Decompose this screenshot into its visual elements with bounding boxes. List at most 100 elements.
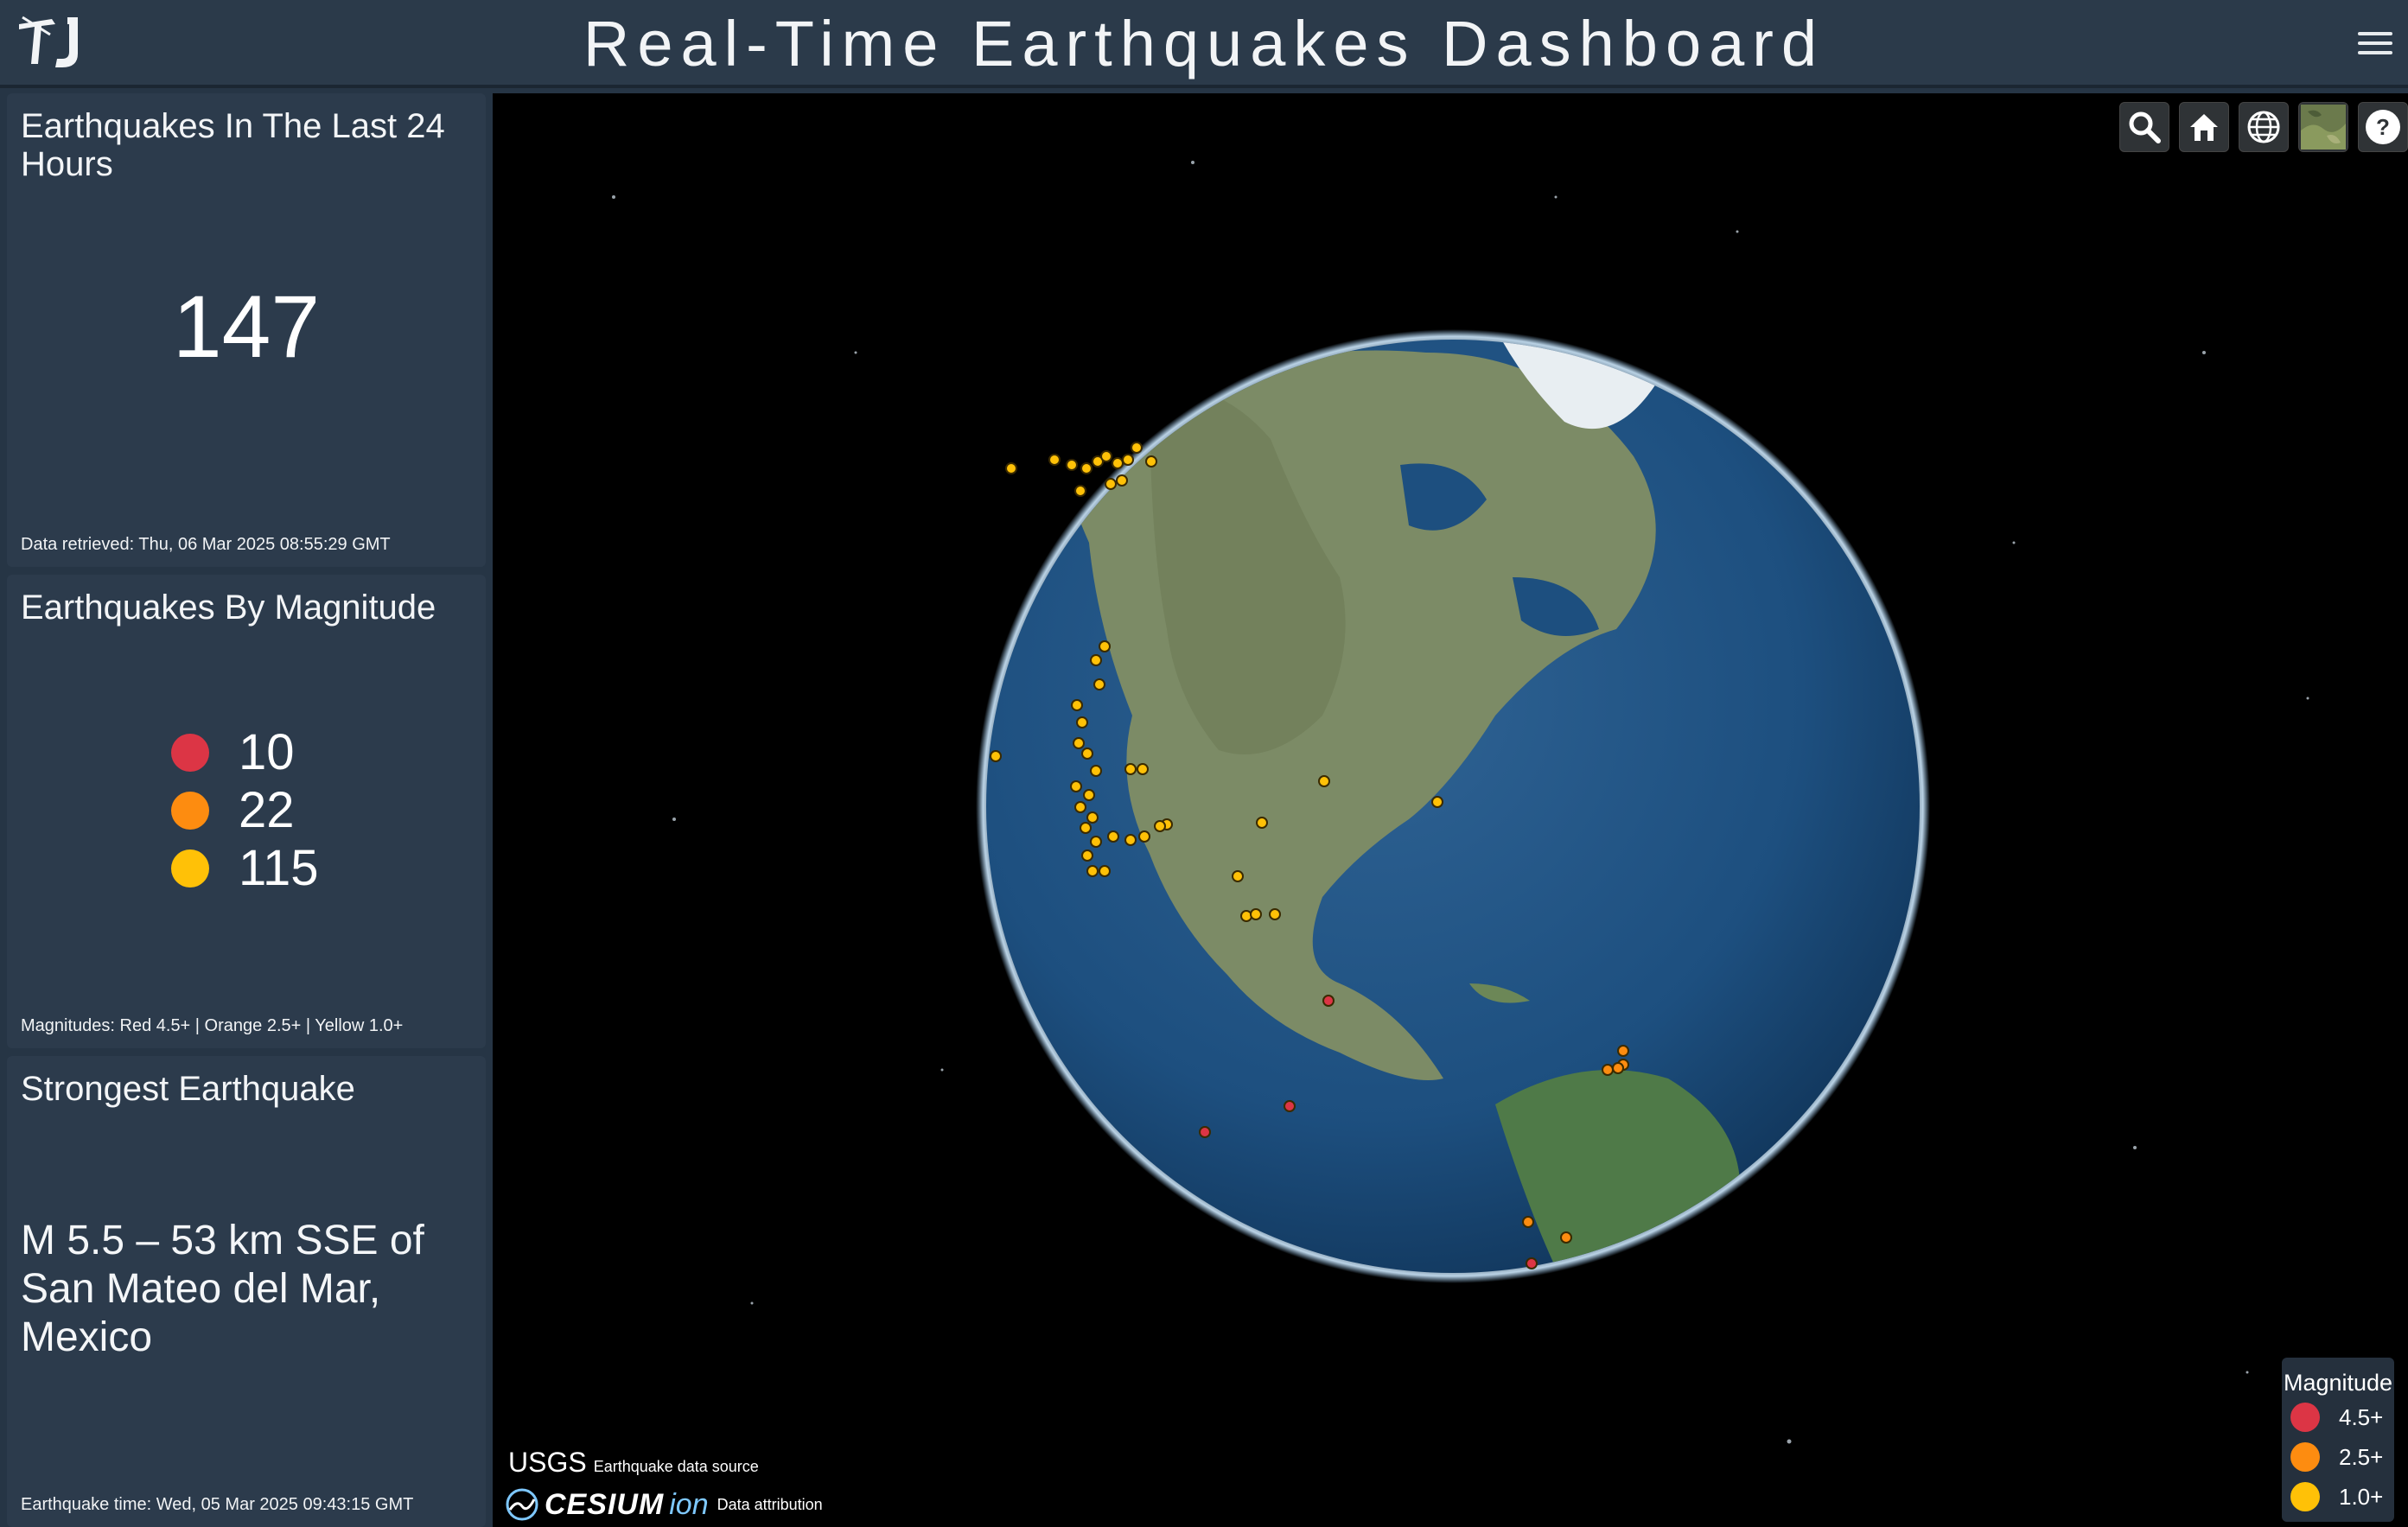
magnitude-panel: Earthquakes By Magnitude 10 22 115 Magni… (7, 575, 486, 1048)
magnitude-row-yellow: 115 (171, 839, 318, 897)
quake-marker (1073, 737, 1085, 749)
ion-wordmark: ion (669, 1487, 709, 1521)
cesium-credit[interactable]: CESIUM ion Data attribution (505, 1487, 823, 1522)
quake-marker (1090, 765, 1102, 777)
search-icon (2129, 111, 2161, 143)
home-button[interactable] (2179, 102, 2229, 152)
quake-marker (1154, 820, 1166, 832)
legend-item: 1.0+ (2290, 1482, 2383, 1511)
magnitude-row-red: 10 (171, 723, 318, 781)
count-panel-title: Earthquakes In The Last 24 Hours (21, 107, 445, 183)
quake-marker (1080, 822, 1092, 834)
legend-label: 4.5+ (2339, 1403, 2384, 1430)
quake-marker (1080, 462, 1093, 474)
home-icon (2190, 114, 2218, 141)
quake-marker (1093, 678, 1105, 690)
quake-marker (1137, 763, 1149, 775)
magnitude-row-orange: 22 (171, 781, 318, 839)
legend-label: 1.0+ (2339, 1483, 2384, 1510)
data-attribution-link[interactable]: Data attribution (717, 1496, 823, 1514)
quake-marker (1124, 834, 1137, 846)
quake-marker (1522, 1216, 1534, 1228)
quake-marker (1081, 748, 1093, 760)
quake-marker (1107, 830, 1119, 843)
strongest-earthquake-panel: Strongest Earthquake M 5.5 – 53 km SSE o… (7, 1056, 486, 1527)
quake-marker (1131, 442, 1143, 454)
quake-marker (1318, 775, 1330, 787)
yellow-dot-icon (171, 849, 209, 888)
quake-marker (1071, 699, 1083, 711)
magnitude-count: 115 (239, 840, 319, 896)
quake-marker (1090, 836, 1102, 848)
magnitude-list: 10 22 115 (171, 723, 318, 897)
quake-marker (1232, 870, 1244, 882)
cesium-logo-icon (506, 1488, 538, 1521)
earthquake-count-panel: Earthquakes In The Last 24 Hours 147 Dat… (7, 93, 486, 567)
quake-marker (1199, 1126, 1211, 1138)
legend-item: 2.5+ (2290, 1442, 2383, 1472)
quake-marker (1116, 474, 1128, 487)
search-button[interactable] (2119, 102, 2169, 152)
red-dot-icon (2290, 1403, 2320, 1432)
quake-marker (1250, 908, 1262, 920)
quake-marker (1240, 910, 1252, 922)
red-dot-icon (171, 733, 209, 772)
quake-marker (1431, 796, 1443, 808)
orange-dot-icon (171, 791, 209, 830)
data-retrieved-text: Data retrieved: Thu, 06 Mar 2025 08:55:2… (21, 535, 391, 554)
base-layer-picker-button[interactable] (2298, 102, 2348, 152)
globe-scene[interactable] (493, 93, 2408, 1527)
magnitude-panel-title: Earthquakes By Magnitude (21, 589, 436, 627)
quake-marker (1560, 1231, 1572, 1244)
quake-marker (1105, 478, 1117, 490)
quake-marker (1074, 485, 1086, 497)
viewer-toolbar: ? (2119, 102, 2408, 152)
quake-marker (1081, 849, 1093, 862)
earthquake-time-text: Earthquake time: Wed, 05 Mar 2025 09:43:… (21, 1495, 414, 1514)
magnitude-count: 10 (239, 724, 295, 780)
magnitude-count: 22 (239, 782, 295, 838)
quake-marker (1074, 801, 1086, 813)
orange-dot-icon (2290, 1442, 2320, 1472)
quake-marker (1122, 454, 1134, 466)
yellow-dot-icon (2290, 1482, 2320, 1511)
quake-marker (1526, 1257, 1538, 1269)
quake-marker (1112, 457, 1124, 469)
quake-marker (1617, 1045, 1629, 1057)
quake-marker (1138, 830, 1150, 843)
legend-label: 2.5+ (2339, 1443, 2384, 1470)
help-button[interactable]: ? (2358, 102, 2408, 152)
imagery-icon (2301, 105, 2346, 150)
strongest-panel-title: Strongest Earthquake (21, 1070, 355, 1108)
hamburger-menu-icon[interactable] (2354, 26, 2396, 60)
page-title: Real-Time Earthquakes Dashboard (583, 8, 1825, 80)
quake-marker (1005, 462, 1017, 474)
quake-marker (990, 750, 1002, 762)
quake-marker (1145, 455, 1157, 468)
quake-marker (1100, 450, 1112, 462)
svg-text:?: ? (2376, 114, 2390, 140)
globe-icon (2247, 111, 2280, 143)
quake-marker (1083, 789, 1095, 801)
quake-marker (1076, 716, 1088, 729)
help-icon: ? (2366, 110, 2400, 144)
usgs-credit[interactable]: USGS Earthquake data source (508, 1447, 759, 1479)
quake-marker (1284, 1100, 1296, 1112)
quake-marker (1256, 817, 1268, 829)
quake-marker (1612, 1062, 1624, 1074)
quake-marker (1086, 865, 1099, 877)
scene-mode-button[interactable] (2239, 102, 2289, 152)
globe-viewer[interactable]: ? Magnitude 4.5+ 2.5+ 1.0+ USGS Earthqua… (493, 93, 2408, 1527)
quake-marker (1602, 1064, 1614, 1076)
quake-marker (1066, 459, 1078, 471)
quake-marker (1048, 454, 1061, 466)
strongest-earthquake-name: M 5.5 – 53 km SSE of San Mateo del Mar, … (21, 1218, 424, 1360)
quake-marker (1124, 763, 1137, 775)
quake-marker (1099, 640, 1111, 652)
quake-marker (1322, 995, 1335, 1007)
legend-item: 4.5+ (2290, 1403, 2383, 1432)
magnitude-legend-text: Magnitudes: Red 4.5+ | Orange 2.5+ | Yel… (21, 1016, 404, 1035)
earthquake-count-value: 147 (172, 277, 321, 376)
cesium-wordmark: CESIUM (545, 1487, 665, 1521)
app-header: Real-Time Earthquakes Dashboard (0, 0, 2408, 88)
